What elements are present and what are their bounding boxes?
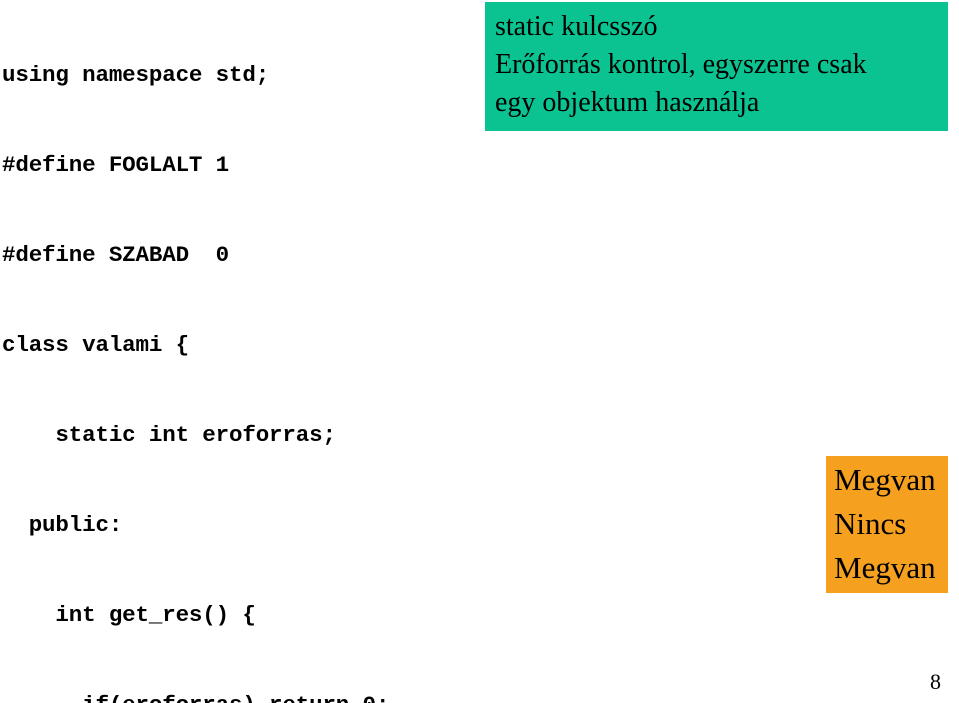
code-line: #define SZABAD 0	[2, 242, 229, 268]
page-number: 8	[930, 669, 941, 694]
callout-line: Erőforrás kontrol, egyszerre csak	[495, 49, 867, 80]
code-line: int get_res() {	[2, 602, 256, 628]
output-line: Megvan	[834, 462, 936, 497]
callout-line: static kulcsszó	[495, 11, 658, 42]
code-line: if(eroforras) return 0;	[2, 690, 882, 703]
code-line: public:	[2, 512, 123, 538]
code-line: class valami {	[2, 332, 189, 358]
program-output-box: Megvan Nincs Megvan	[826, 456, 948, 593]
code-line: static int eroforras;	[2, 422, 336, 448]
code-line: #define FOGLALT 1	[2, 152, 229, 178]
output-line: Nincs	[834, 506, 907, 541]
callout-line: egy objektum használja	[495, 87, 760, 118]
output-line: Megvan	[834, 550, 936, 585]
green-callout-box: static kulcsszó Erőforrás kontrol, egysz…	[485, 2, 948, 131]
slide-canvas: using namespace std; #define FOGLALT 1 #…	[0, 0, 959, 703]
